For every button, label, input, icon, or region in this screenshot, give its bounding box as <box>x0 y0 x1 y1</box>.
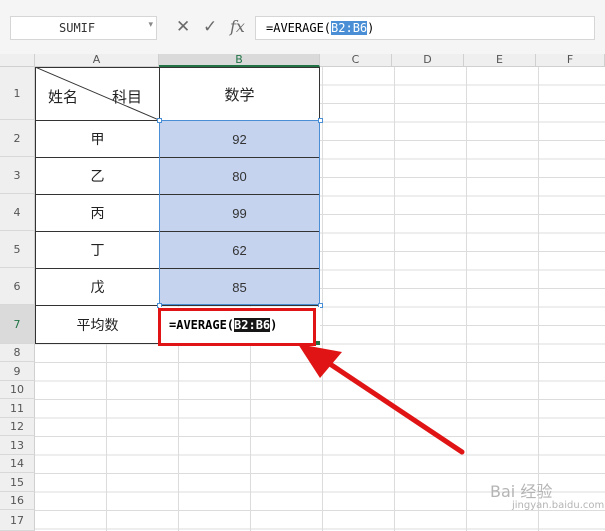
selection-handle-top-left[interactable] <box>157 118 162 123</box>
formula-close: ) <box>367 21 375 35</box>
cell-b4[interactable]: 99 <box>159 194 320 232</box>
chevron-down-icon[interactable]: ▾ <box>148 20 153 30</box>
column-header-d[interactable]: D <box>392 54 464 67</box>
formula-range-ref: B2:B6 <box>331 21 368 35</box>
formula-bar: SUMIF ▾ ✕ ✓ fx =AVERAGE(B2:B6) <box>0 0 605 54</box>
column-header-b[interactable]: B <box>159 54 320 67</box>
column-header-f[interactable]: F <box>536 54 605 67</box>
row-header-17[interactable]: 17 <box>0 510 35 531</box>
row-header-13[interactable]: 13 <box>0 436 35 455</box>
cell-a7[interactable]: 平均数 <box>35 305 160 344</box>
edit-formula-close: ) <box>270 318 278 332</box>
cell-a3[interactable]: 乙 <box>35 157 160 195</box>
row-header-5[interactable]: 5 <box>0 231 35 268</box>
baidu-watermark-url: jingyan.baidu.com <box>512 500 605 511</box>
formula-input[interactable]: =AVERAGE(B2:B6) <box>255 16 595 40</box>
row-header-9[interactable]: 9 <box>0 362 35 381</box>
row-header-3[interactable]: 3 <box>0 157 35 194</box>
row-header-6[interactable]: 6 <box>0 268 35 305</box>
row-header-7[interactable]: 7 <box>0 305 35 344</box>
cell-a6[interactable]: 戊 <box>35 268 160 306</box>
name-box[interactable]: SUMIF ▾ <box>10 16 157 40</box>
cell-b5[interactable]: 62 <box>159 231 320 269</box>
column-header-a[interactable]: A <box>35 54 159 67</box>
insert-function-icon[interactable]: fx <box>230 14 245 40</box>
name-box-value: SUMIF <box>59 21 96 35</box>
row-header-4[interactable]: 4 <box>0 194 35 231</box>
row-header-12[interactable]: 12 <box>0 418 35 436</box>
cell-b6[interactable]: 85 <box>159 268 320 306</box>
row-header-14[interactable]: 14 <box>0 455 35 473</box>
row-header-2[interactable]: 2 <box>0 120 35 157</box>
row-header-1[interactable]: 1 <box>0 67 35 120</box>
confirm-icon[interactable]: ✓ <box>203 14 217 40</box>
cell-b1[interactable]: 数学 <box>159 67 320 121</box>
cancel-icon[interactable]: ✕ <box>176 14 190 40</box>
cell-b2[interactable]: 92 <box>159 120 320 158</box>
header-name-label: 姓名 <box>48 88 79 106</box>
row-header-15[interactable]: 15 <box>0 473 35 492</box>
baidu-watermark: Bai 经验 <box>490 482 553 501</box>
selection-handle-top-right[interactable] <box>318 118 323 123</box>
cell-a4[interactable]: 丙 <box>35 194 160 232</box>
edit-formula-range-ref: B2:B6 <box>234 318 271 332</box>
column-header-c[interactable]: C <box>320 54 392 67</box>
column-header-e[interactable]: E <box>464 54 536 67</box>
header-subject-label: 科目 <box>112 88 143 106</box>
select-all-corner[interactable] <box>0 54 35 67</box>
row-header-16[interactable]: 16 <box>0 492 35 510</box>
cell-a2[interactable]: 甲 <box>35 120 160 158</box>
cell-a5[interactable]: 丁 <box>35 231 160 269</box>
row-header-8[interactable]: 8 <box>0 344 35 362</box>
cell-b3[interactable]: 80 <box>159 157 320 195</box>
edit-formula-text: =AVERAGE( <box>169 318 235 332</box>
formula-text: =AVERAGE( <box>266 21 332 35</box>
row-header-10[interactable]: 10 <box>0 381 35 399</box>
annotation-arrow-icon <box>298 344 465 455</box>
row-header-11[interactable]: 11 <box>0 399 35 418</box>
